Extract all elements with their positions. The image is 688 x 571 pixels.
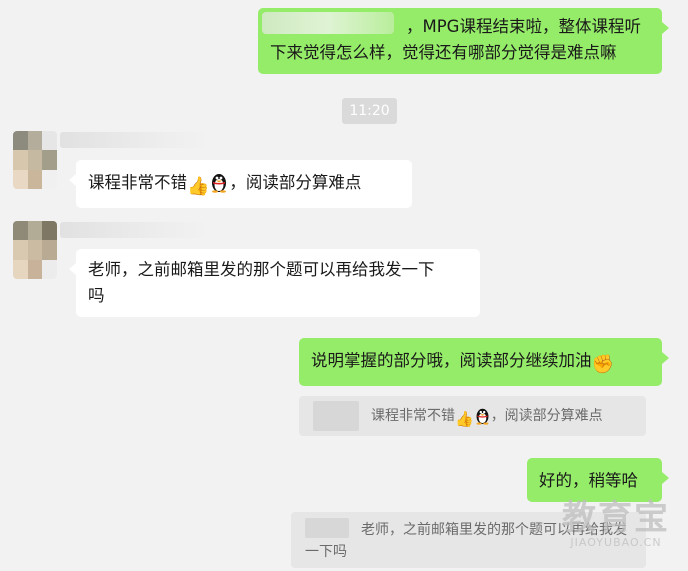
received-message-2-line1: 老师，之前邮箱里发的那个题可以再给我发一下	[88, 260, 435, 279]
received-message-2-line2: 吗	[88, 286, 105, 305]
quoted-message-1-text-a: 课程非常不错	[371, 408, 455, 424]
fist-icon: ✊	[591, 354, 614, 375]
contact-avatar[interactable]	[13, 131, 57, 189]
sent-message-3[interactable]: 好的，稍等哈	[527, 458, 669, 502]
contact-name-blurred	[60, 222, 210, 238]
sent-message-2[interactable]: 说明掌握的部分哦，阅读部分继续加油✊	[299, 338, 669, 386]
received-message-1[interactable]: 课程非常不错👍 ，阅读部分算难点	[69, 160, 412, 208]
thumbs-up-icon: 👍	[187, 176, 210, 197]
qq-penguin-icon	[474, 406, 491, 425]
contact-name-blurred	[60, 132, 210, 148]
sent-message-2-text: 说明掌握的部分哦，阅读部分继续加油	[311, 351, 592, 370]
received-message-1-text-b: ，阅读部分算难点	[229, 173, 362, 192]
qq-penguin-icon	[209, 171, 229, 193]
received-message-2[interactable]: 老师，之前邮箱里发的那个题可以再给我发一下 吗	[69, 249, 480, 317]
contact-avatar[interactable]	[13, 221, 57, 279]
quoted-message-2-line1: 老师，之前邮箱里发的那个题可以再给我发	[361, 522, 627, 538]
thumbs-up-icon: 👍	[455, 410, 474, 428]
received-message-1-text-a: 课程非常不错	[88, 173, 187, 192]
quoted-message-1-text-b: ，阅读部分算难点	[490, 408, 603, 424]
quoted-message-1[interactable]: 课程非常不错👍 ，阅读部分算难点	[299, 396, 646, 436]
sent-message-1[interactable]: ，MPG课程结束啦，整体课程听 下来觉得怎么样，觉得还有哪部分觉得是难点嘛	[258, 8, 669, 74]
quoted-message-2[interactable]: 老师，之前邮箱里发的那个题可以再给我发 一下吗	[291, 512, 646, 568]
quoted-message-2-line2: 一下吗	[305, 544, 347, 560]
quoted-thumbnail	[305, 518, 349, 538]
sent-message-1-line2: 下来觉得怎么样，觉得还有哪部分觉得是难点嘛	[270, 43, 617, 62]
timestamp: 11:20	[342, 98, 397, 124]
blurred-name-text	[262, 12, 394, 34]
quoted-thumbnail	[313, 401, 359, 431]
sent-message-3-text: 好的，稍等哈	[539, 471, 638, 490]
